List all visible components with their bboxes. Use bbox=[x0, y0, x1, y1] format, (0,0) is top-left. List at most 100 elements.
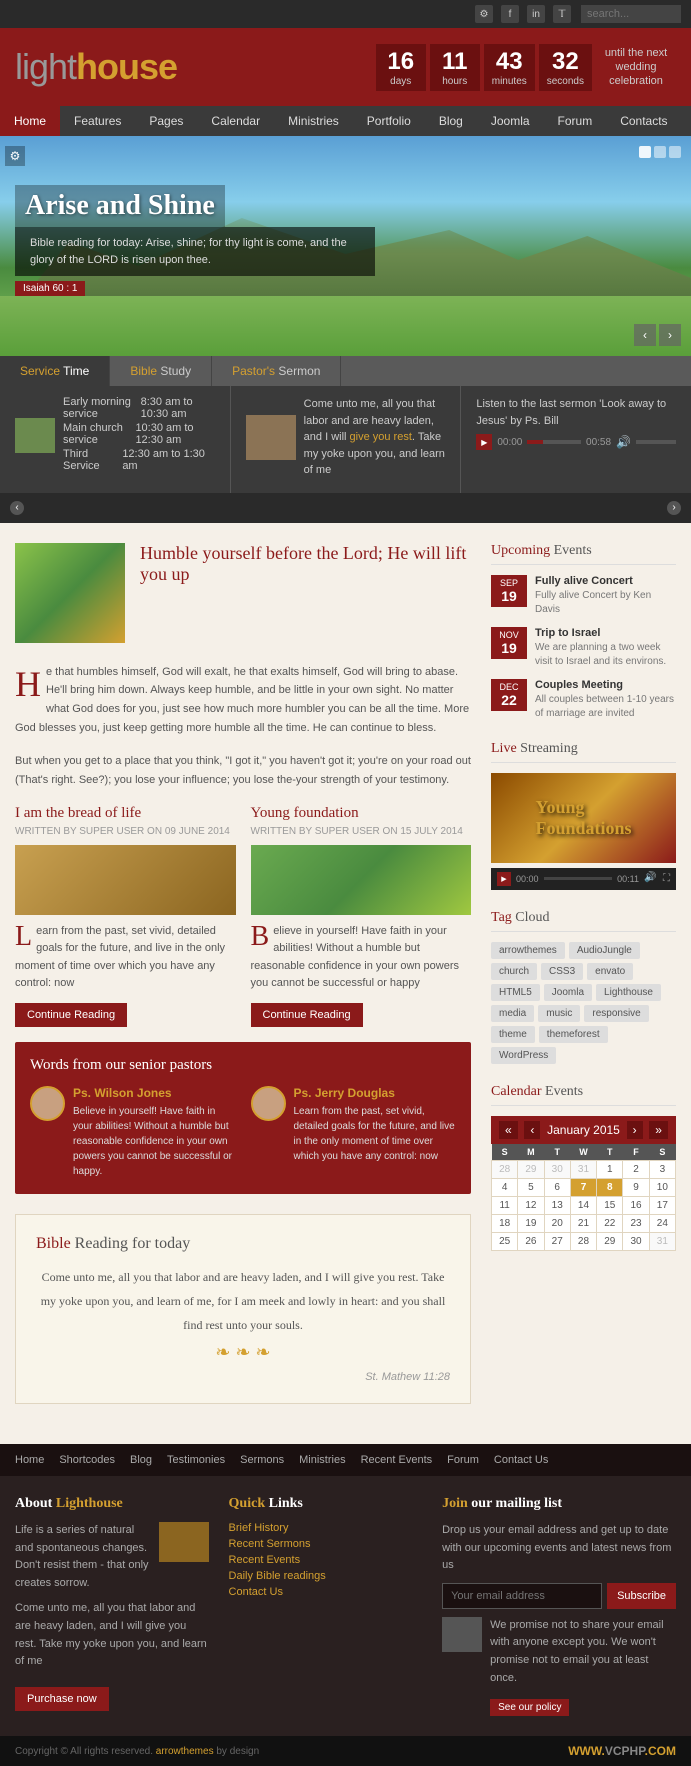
footer-nav-ministries[interactable]: Ministries bbox=[299, 1454, 345, 1466]
continue-btn-2[interactable]: Continue Reading bbox=[251, 1003, 363, 1027]
footer-nav-contact[interactable]: Contact Us bbox=[494, 1454, 548, 1466]
cal-day[interactable]: 15 bbox=[597, 1196, 623, 1214]
tag-css3[interactable]: CSS3 bbox=[541, 963, 583, 980]
tag-arrowthemes[interactable]: arrowthemes bbox=[491, 942, 565, 959]
footer-link-brief-history[interactable]: Brief History bbox=[229, 1522, 423, 1534]
cal-day[interactable]: 17 bbox=[649, 1196, 675, 1214]
facebook-icon[interactable]: f bbox=[501, 5, 519, 23]
tag-themeforest[interactable]: themeforest bbox=[539, 1026, 608, 1043]
stream-volume-icon[interactable]: 🔊 bbox=[644, 872, 658, 886]
footer-nav-sermons[interactable]: Sermons bbox=[240, 1454, 284, 1466]
divider-left-arrow[interactable]: ‹ bbox=[10, 501, 24, 515]
tab-pastors-sermon[interactable]: Pastor's Sermon bbox=[212, 356, 341, 386]
calendar-next[interactable]: » bbox=[649, 1121, 668, 1139]
footer-link-recent-sermons[interactable]: Recent Sermons bbox=[229, 1538, 423, 1550]
footer-nav-shortcodes[interactable]: Shortcodes bbox=[59, 1454, 115, 1466]
continue-btn-1[interactable]: Continue Reading bbox=[15, 1003, 127, 1027]
streaming-video[interactable]: YoungFoundations bbox=[491, 773, 676, 863]
twitter-icon[interactable]: 𝕋 bbox=[553, 5, 571, 23]
stream-progress-bar[interactable] bbox=[544, 877, 613, 880]
cal-day[interactable]: 11 bbox=[492, 1196, 518, 1214]
cal-day[interactable]: 4 bbox=[492, 1178, 518, 1196]
cal-day[interactable]: 21 bbox=[570, 1214, 596, 1232]
cal-day[interactable]: 24 bbox=[649, 1214, 675, 1232]
subscribe-button[interactable]: Subscribe bbox=[607, 1583, 676, 1609]
tag-church[interactable]: church bbox=[491, 963, 537, 980]
cal-day[interactable]: 19 bbox=[518, 1214, 544, 1232]
cal-day[interactable]: 16 bbox=[623, 1196, 649, 1214]
footer-nav-forum[interactable]: Forum bbox=[447, 1454, 479, 1466]
cal-day[interactable]: 12 bbox=[518, 1196, 544, 1214]
footer-nav-recent-events[interactable]: Recent Events bbox=[361, 1454, 433, 1466]
hero-prev-btn[interactable]: ‹ bbox=[634, 324, 656, 346]
cal-day[interactable]: 28 bbox=[570, 1232, 596, 1250]
cal-day-event[interactable]: 7 bbox=[570, 1178, 596, 1196]
nav-pages[interactable]: Pages bbox=[135, 106, 197, 136]
cal-day[interactable]: 26 bbox=[518, 1232, 544, 1250]
cal-day[interactable]: 22 bbox=[597, 1214, 623, 1232]
nav-home[interactable]: Home bbox=[0, 106, 60, 136]
tag-envato[interactable]: envato bbox=[587, 963, 633, 980]
cal-day-event[interactable]: 8 bbox=[597, 1178, 623, 1196]
bible-link[interactable]: give you rest bbox=[350, 431, 412, 443]
stream-expand-icon[interactable]: ⛶ bbox=[663, 873, 670, 884]
calendar-prev[interactable]: « bbox=[499, 1121, 518, 1139]
footer-nav-blog[interactable]: Blog bbox=[130, 1454, 152, 1466]
cal-day[interactable]: 30 bbox=[623, 1232, 649, 1250]
volume-bar[interactable] bbox=[636, 440, 676, 444]
cal-day[interactable]: 10 bbox=[649, 1178, 675, 1196]
nav-ministries[interactable]: Ministries bbox=[274, 106, 353, 136]
cal-day[interactable]: 31 bbox=[649, 1232, 675, 1250]
tag-joomla[interactable]: Joomla bbox=[544, 984, 592, 1001]
nav-blog[interactable]: Blog bbox=[425, 106, 477, 136]
nav-forum[interactable]: Forum bbox=[544, 106, 607, 136]
purchase-button[interactable]: Purchase now bbox=[15, 1687, 109, 1711]
slide-dot-1[interactable] bbox=[639, 146, 651, 158]
tag-lighthouse[interactable]: Lighthouse bbox=[596, 984, 661, 1001]
email-input[interactable] bbox=[442, 1583, 602, 1609]
cal-day[interactable]: 6 bbox=[544, 1178, 570, 1196]
footer-link-recent-events[interactable]: Recent Events bbox=[229, 1554, 423, 1566]
cal-day[interactable]: 27 bbox=[544, 1232, 570, 1250]
cal-day[interactable]: 29 bbox=[518, 1160, 544, 1178]
cal-day[interactable]: 29 bbox=[597, 1232, 623, 1250]
tag-theme[interactable]: theme bbox=[491, 1026, 535, 1043]
footer-link-daily-bible[interactable]: Daily Bible readings bbox=[229, 1570, 423, 1582]
cal-day[interactable]: 13 bbox=[544, 1196, 570, 1214]
cal-day[interactable]: 3 bbox=[649, 1160, 675, 1178]
tag-responsive[interactable]: responsive bbox=[584, 1005, 648, 1022]
tag-music[interactable]: music bbox=[538, 1005, 580, 1022]
cal-day[interactable]: 20 bbox=[544, 1214, 570, 1232]
tag-audiojungle[interactable]: AudioJungle bbox=[569, 942, 640, 959]
search-input[interactable] bbox=[581, 5, 681, 23]
calendar-next2[interactable]: › bbox=[627, 1121, 643, 1139]
volume-icon[interactable]: 🔊 bbox=[616, 435, 631, 449]
hero-settings-icon[interactable]: ⚙ bbox=[5, 146, 25, 166]
nav-calendar[interactable]: Calendar bbox=[197, 106, 274, 136]
nav-contacts[interactable]: Contacts bbox=[606, 106, 681, 136]
footer-nav-home[interactable]: Home bbox=[15, 1454, 44, 1466]
stream-play-btn[interactable]: ▶ bbox=[497, 872, 511, 886]
cal-day[interactable]: 5 bbox=[518, 1178, 544, 1196]
hero-next-btn[interactable]: › bbox=[659, 324, 681, 346]
tag-media[interactable]: media bbox=[491, 1005, 534, 1022]
cal-day[interactable]: 31 bbox=[570, 1160, 596, 1178]
tab-bible-study[interactable]: Bible Study bbox=[110, 356, 212, 386]
cal-day[interactable]: 23 bbox=[623, 1214, 649, 1232]
cal-day[interactable]: 9 bbox=[623, 1178, 649, 1196]
tag-wordpress[interactable]: WordPress bbox=[491, 1047, 556, 1064]
cal-day[interactable]: 28 bbox=[492, 1160, 518, 1178]
footer-link-contact[interactable]: Contact Us bbox=[229, 1586, 423, 1598]
cal-day[interactable]: 18 bbox=[492, 1214, 518, 1232]
tag-html5[interactable]: HTML5 bbox=[491, 984, 540, 1001]
tab-service-time[interactable]: Service Time bbox=[0, 356, 110, 386]
divider-right-arrow[interactable]: › bbox=[667, 501, 681, 515]
see-policy-btn[interactable]: See our policy bbox=[490, 1699, 569, 1716]
linkedin-icon[interactable]: in bbox=[527, 5, 545, 23]
audio-progress-bar[interactable] bbox=[527, 440, 581, 444]
nav-joomla[interactable]: Joomla bbox=[477, 106, 544, 136]
calendar-prev2[interactable]: ‹ bbox=[524, 1121, 540, 1139]
cal-day[interactable]: 2 bbox=[623, 1160, 649, 1178]
nav-features[interactable]: Features bbox=[60, 106, 135, 136]
arrowthemes-link[interactable]: arrowthemes bbox=[156, 1746, 214, 1757]
